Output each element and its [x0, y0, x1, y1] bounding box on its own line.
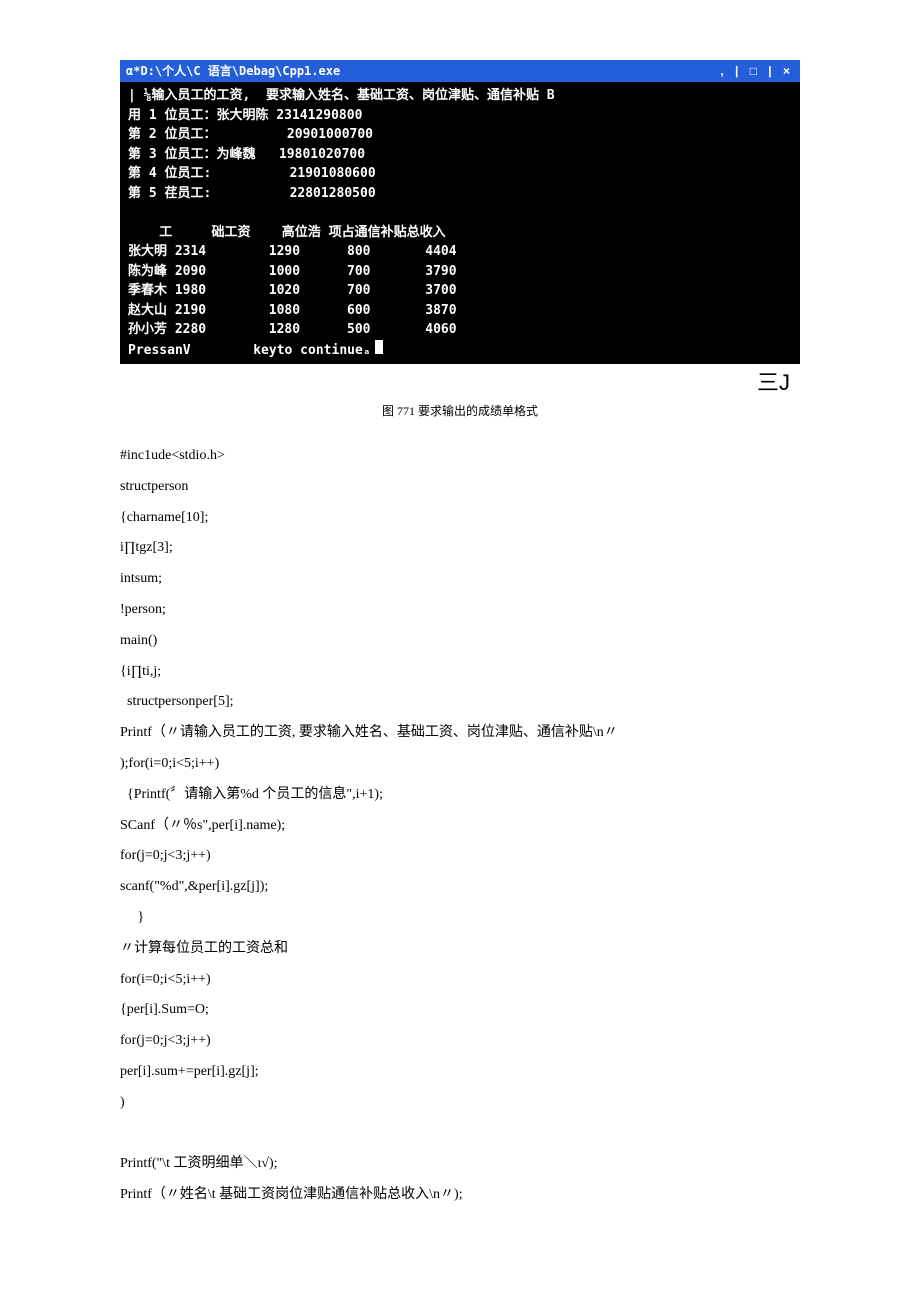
code-line: SCanf（〃％s",per[i].name);	[120, 811, 800, 842]
code-line: scanf("%d",&per[i].gz[j]);	[120, 872, 800, 903]
code-listing: #inc1ude<stdio.h>structperson{charname[1…	[120, 441, 800, 1211]
code-line: {i∏ti,j;	[120, 657, 800, 688]
code-line	[120, 1119, 800, 1150]
cursor-block	[375, 340, 383, 354]
code-line: }	[120, 903, 800, 934]
code-line: {charname[10];	[120, 503, 800, 534]
console-text: | ⅛输入员工的工资, 要求输入姓名、基础工资、岗位津贴、通信补贴 B 用 1 …	[128, 88, 555, 358]
code-line: !person;	[120, 595, 800, 626]
code-line: intsum;	[120, 564, 800, 595]
code-line: structpersonper[5];	[120, 687, 800, 718]
code-line: Printf("\t 工资明细单＼ι√);	[120, 1149, 800, 1180]
code-line: {per[i].Sum=O;	[120, 995, 800, 1026]
code-line: );for(i=0;i<5;i++)	[120, 749, 800, 780]
code-line: i∏tgz[3];	[120, 533, 800, 564]
code-line: structperson	[120, 472, 800, 503]
title-bar: α*D:\个人\C 语言\Debag\Cpp1.exe , | □ | ×	[120, 60, 800, 82]
window-controls: , | □ | ×	[720, 62, 794, 80]
code-line: main()	[120, 626, 800, 657]
console-output: | ⅛输入员工的工资, 要求输入姓名、基础工资、岗位津贴、通信补贴 B 用 1 …	[120, 82, 800, 364]
code-line: Printf（〃请输入员工的工资, 要求输入姓名、基础工资、岗位津贴、通信补贴\…	[120, 718, 800, 749]
code-line: for(j=0;j<3;j++)	[120, 1026, 800, 1057]
code-line: for(i=0;i<5;i++)	[120, 965, 800, 996]
figure-caption: 图 771 要求输出的成绩单格式	[120, 402, 800, 419]
code-line: Printf（〃姓名\t 基础工资岗位津贴通信补贴总收入\n〃);	[120, 1180, 800, 1211]
code-line: {Printf(〞请输入第%d 个员工的信息",i+1);	[120, 780, 800, 811]
code-line: per[i].sum+=per[i].gz[j];	[120, 1057, 800, 1088]
window-title: α*D:\个人\C 语言\Debag\Cpp1.exe	[126, 62, 340, 80]
console-window: α*D:\个人\C 语言\Debag\Cpp1.exe , | □ | × | …	[120, 60, 800, 364]
footer-glyph: 三J	[120, 372, 800, 394]
code-line: #inc1ude<stdio.h>	[120, 441, 800, 472]
code-line: 〃计算每位员工的工资总和	[120, 934, 800, 965]
document-page: α*D:\个人\C 语言\Debag\Cpp1.exe , | □ | × | …	[0, 0, 920, 1271]
code-line: )	[120, 1088, 800, 1119]
code-line: for(j=0;j<3;j++)	[120, 841, 800, 872]
